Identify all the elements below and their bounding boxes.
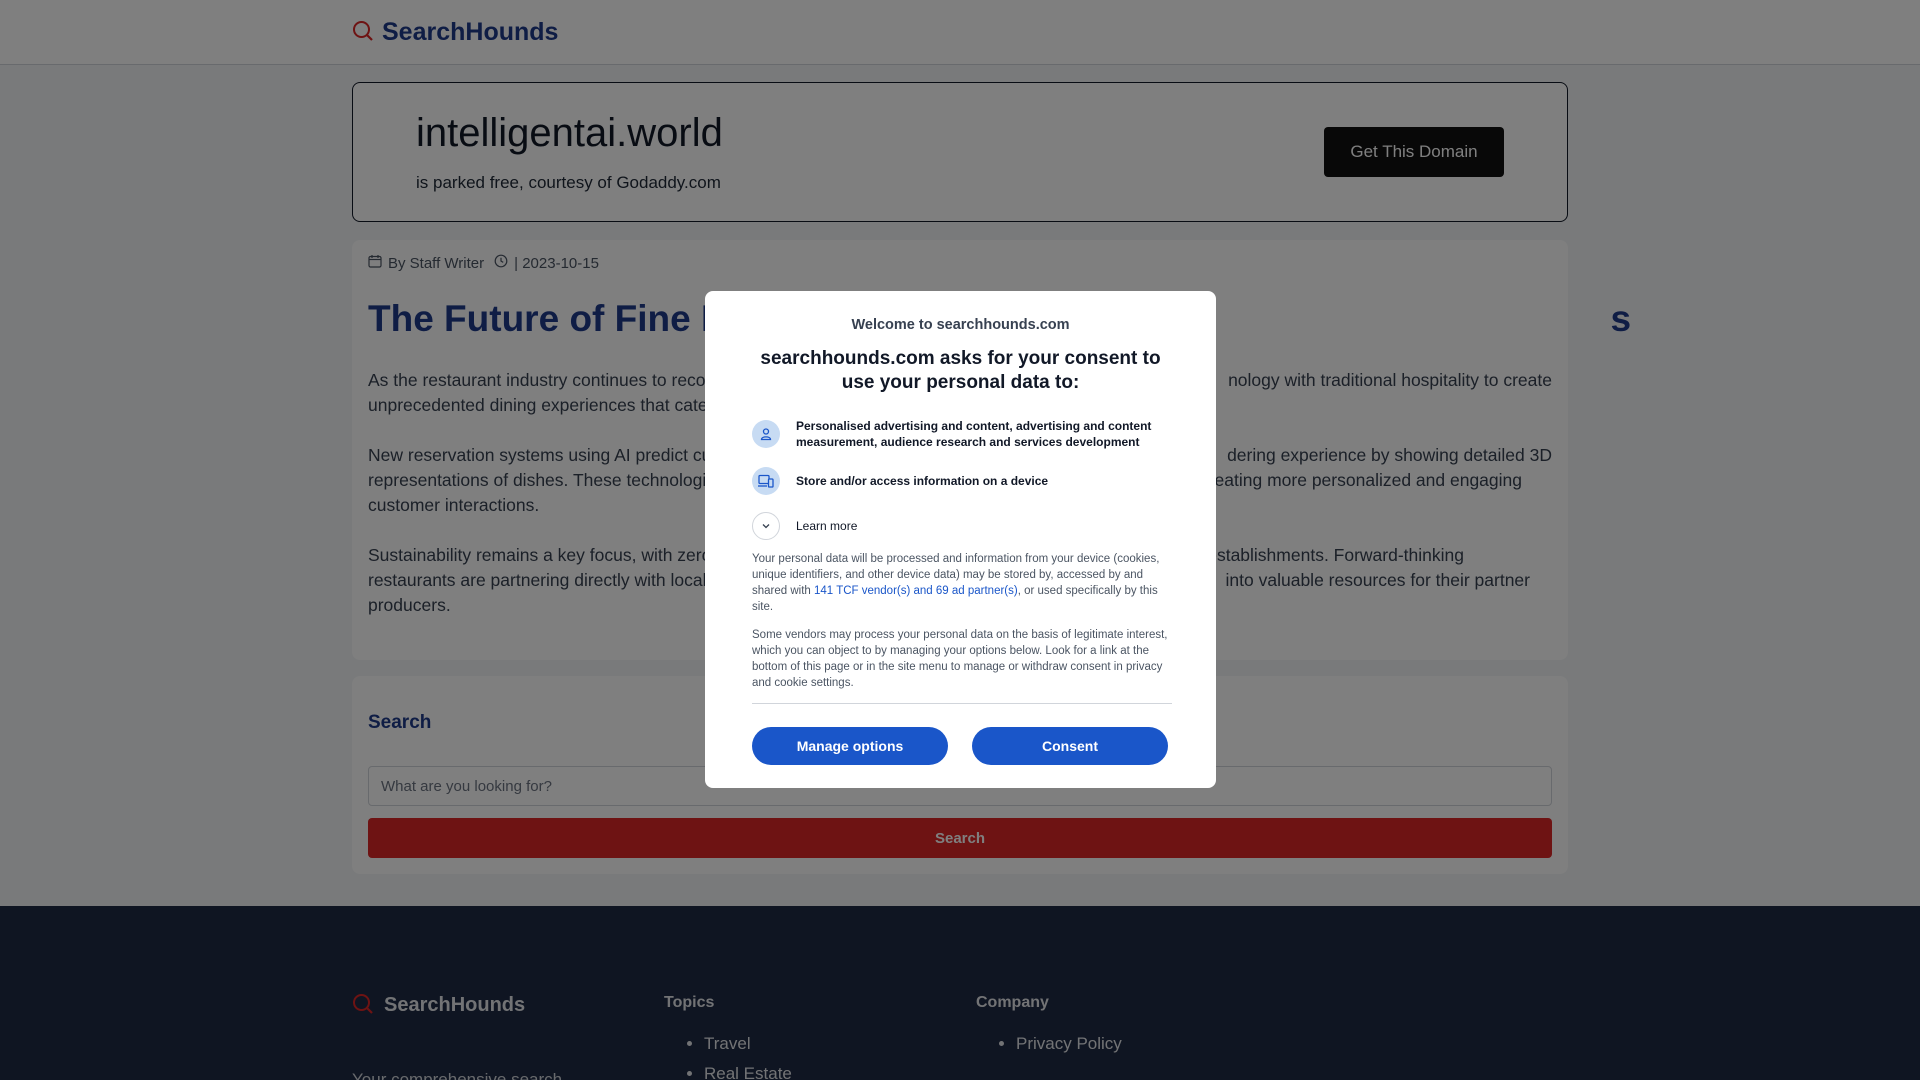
vendors-link[interactable]: 141 TCF vendor(s) and 69 ad partner(s) [814, 585, 1018, 597]
consent-purpose-item: Personalised advertising and content, ad… [752, 418, 1166, 450]
device-icon [752, 467, 780, 495]
consent-button[interactable]: Consent [972, 727, 1168, 765]
legitimate-interest-text: Some vendors may process your personal d… [752, 629, 1168, 689]
learn-more-toggle[interactable]: Learn more [752, 512, 857, 540]
consent-dialog: Welcome to searchhounds.com searchhounds… [705, 291, 1216, 788]
consent-purpose-item: Store and/or access information on a dev… [752, 467, 1166, 495]
consent-welcome: Welcome to searchhounds.com [851, 317, 1070, 333]
consent-purpose-text: Personalised advertising and content, ad… [796, 419, 1152, 449]
consent-info-text: Your personal data will be processed and… [752, 553, 1160, 613]
consent-title: searchhounds.com asks for your consent t… [760, 348, 1161, 393]
divider [752, 703, 1172, 704]
chevron-down-icon[interactable] [752, 512, 780, 540]
person-icon [752, 420, 780, 448]
learn-more-label[interactable]: Learn more [796, 519, 857, 533]
consent-purpose-text: Store and/or access information on a dev… [796, 474, 1049, 488]
manage-options-button[interactable]: Manage options [752, 727, 948, 765]
